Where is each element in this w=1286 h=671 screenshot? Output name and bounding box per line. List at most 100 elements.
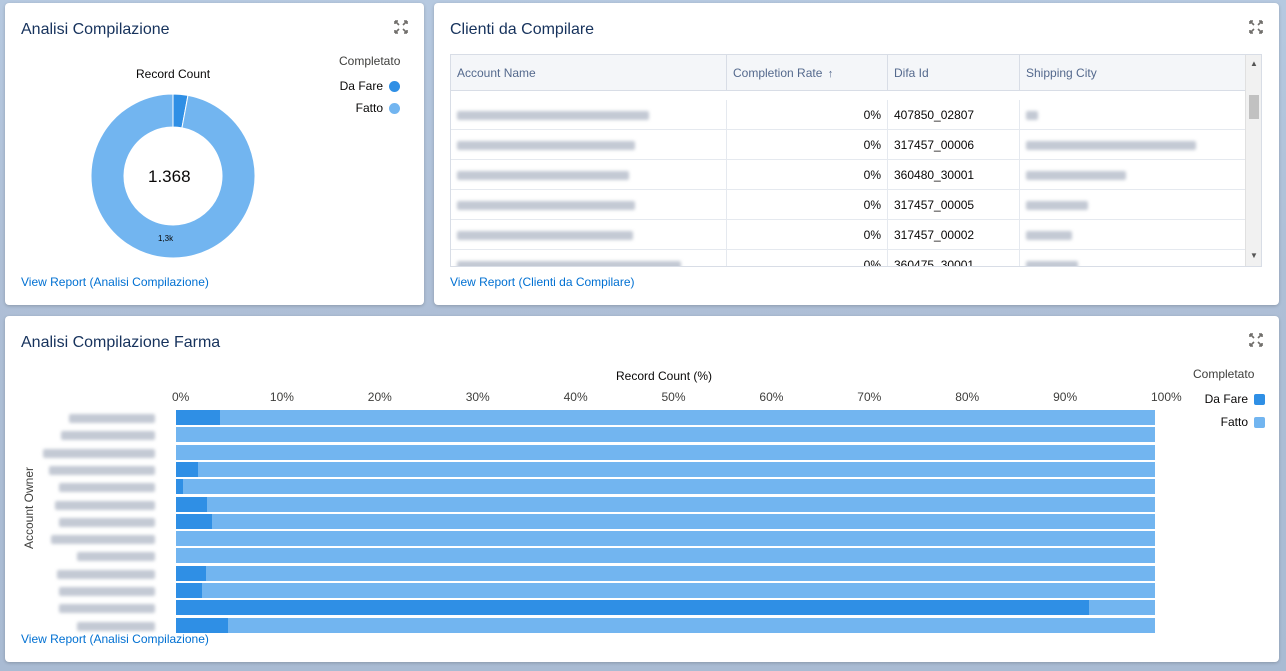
bar-segment-fatto[interactable] <box>202 583 1155 598</box>
legend-item-da-fare[interactable]: Da Fare <box>1205 392 1265 406</box>
bar-segment-da-fare[interactable] <box>176 513 213 529</box>
bar-row[interactable] <box>176 513 1155 529</box>
bar-row[interactable] <box>176 444 1155 460</box>
card-title: Clienti da Compilare <box>450 21 595 38</box>
bar-segment-fatto[interactable] <box>182 479 1155 495</box>
bar-segment-fatto[interactable] <box>176 444 1155 460</box>
bar-segment-da-fare[interactable] <box>176 565 207 581</box>
redacted-text <box>49 465 155 475</box>
redacted-text <box>1026 111 1038 121</box>
x-axis-tick-label: 10% <box>269 390 294 404</box>
scroll-down-arrow-icon[interactable]: ▼ <box>1250 251 1258 260</box>
bar-segment-fatto[interactable] <box>207 496 1155 512</box>
bar-segment-fatto[interactable] <box>1089 600 1155 616</box>
bar-segment-fatto[interactable] <box>220 410 1155 425</box>
account-owner-label <box>77 549 155 564</box>
table-scrollbar[interactable]: ▲ ▼ <box>1245 55 1261 266</box>
bar-segment-fatto[interactable] <box>176 548 1155 564</box>
legend-item-fatto[interactable]: Fatto <box>1221 415 1265 429</box>
table-row[interactable]: 0% 407850_02807 <box>451 100 1246 130</box>
bar-segment-fatto[interactable] <box>206 565 1155 581</box>
bar-row[interactable] <box>176 565 1155 581</box>
legend-item-fatto[interactable]: Fatto <box>356 101 400 115</box>
shipping-city-cell <box>1020 160 1246 189</box>
redacted-text <box>55 500 155 510</box>
scrollbar-thumb[interactable] <box>1249 95 1259 119</box>
bar-segment-da-fare[interactable] <box>176 410 221 425</box>
account-name-cell <box>451 190 727 219</box>
account-name-cell <box>451 220 727 249</box>
bar-row[interactable] <box>176 427 1155 443</box>
bar-row[interactable] <box>176 617 1155 633</box>
difa-id-cell: 407850_02807 <box>888 100 1020 129</box>
account-name-cell <box>451 130 727 159</box>
redacted-text <box>59 604 155 614</box>
bar-row[interactable] <box>176 461 1155 477</box>
bar-segment-fatto[interactable] <box>197 461 1155 477</box>
table-row[interactable]: 0% 317457_00006 <box>451 130 1246 160</box>
view-report-link[interactable]: View Report (Clienti da Compilare) <box>450 275 635 289</box>
bar-segment-fatto[interactable] <box>176 427 1155 443</box>
redacted-text <box>51 535 155 545</box>
scroll-up-arrow-icon[interactable]: ▲ <box>1250 59 1258 68</box>
x-axis-tick-label: 40% <box>563 390 588 404</box>
account-owner-label <box>59 601 155 616</box>
table-row[interactable]: 0% 360475_30001 <box>451 250 1246 266</box>
bar-row[interactable] <box>176 496 1155 512</box>
chart-title: Record Count (%) <box>616 369 713 383</box>
redacted-text <box>59 517 155 527</box>
column-header-completion-rate[interactable]: Completion Rate ↑ <box>727 55 888 90</box>
account-owner-label <box>51 532 155 547</box>
completion-rate-cell: 0% <box>727 160 888 189</box>
completion-rate-cell: 0% <box>727 130 888 159</box>
bar-segment-da-fare[interactable] <box>176 617 228 633</box>
account-owner-label <box>55 498 155 513</box>
table-row[interactable]: 0% 317457_00005 <box>451 190 1246 220</box>
bar-row[interactable] <box>176 600 1155 616</box>
completion-rate-cell: 0% <box>727 190 888 219</box>
expand-icon[interactable] <box>1249 333 1263 347</box>
shipping-city-cell <box>1020 250 1246 266</box>
x-axis-tick-label: 0% <box>172 390 190 404</box>
bar-segment-fatto[interactable] <box>227 617 1155 633</box>
legend-item-da-fare[interactable]: Da Fare <box>340 79 400 93</box>
legend-title: Completato <box>1193 367 1255 381</box>
table-row[interactable]: 0% 317457_00002 <box>451 220 1246 250</box>
donut-center-value: 1.368 <box>148 167 191 186</box>
column-header-difa-id[interactable]: Difa Id <box>888 55 1020 90</box>
legend-label: Fatto <box>1220 415 1248 429</box>
legend-swatch <box>1254 393 1265 405</box>
expand-icon[interactable] <box>1249 20 1263 34</box>
column-header-shipping-city[interactable]: Shipping City <box>1020 55 1246 90</box>
x-axis-tick-label: 100% <box>1151 390 1182 404</box>
bar-segment-da-fare[interactable] <box>176 461 198 477</box>
bar-segment-da-fare[interactable] <box>176 583 203 598</box>
legend-title: Completato <box>339 54 401 68</box>
bar-segment-fatto[interactable] <box>176 531 1155 547</box>
view-report-link[interactable]: View Report (Analisi Compilazione) <box>21 275 209 289</box>
account-name-cell <box>451 100 727 129</box>
table-row[interactable]: 0% 360480_30001 <box>451 160 1246 190</box>
bar-segment-da-fare[interactable] <box>176 600 1090 616</box>
table-body: 0% 407850_02807 0% 317457_00006 0% 36048… <box>451 100 1246 266</box>
view-report-link[interactable]: View Report (Analisi Compilazione) <box>21 632 209 646</box>
difa-id-cell: 317457_00002 <box>888 220 1020 249</box>
donut-slice-label: 1,3k <box>158 234 174 243</box>
redacted-text <box>59 587 155 596</box>
redacted-text <box>77 621 155 631</box>
difa-id-cell: 360480_30001 <box>888 160 1020 189</box>
redacted-text <box>69 414 155 423</box>
bar-row[interactable] <box>176 531 1155 547</box>
column-header-account-name[interactable]: Account Name <box>451 55 727 90</box>
bar-row[interactable] <box>176 479 1155 495</box>
bar-row[interactable] <box>176 583 1155 598</box>
card-title: Analisi Compilazione Farma <box>21 334 221 351</box>
expand-icon[interactable] <box>394 20 408 34</box>
completion-rate-cell: 0% <box>727 250 888 266</box>
bar-row[interactable] <box>176 410 1155 425</box>
bar-segment-da-fare[interactable] <box>176 479 183 495</box>
donut-chart-title: Record Count <box>136 67 211 81</box>
bar-segment-da-fare[interactable] <box>176 496 208 512</box>
bar-row[interactable] <box>176 548 1155 564</box>
bar-segment-fatto[interactable] <box>212 513 1155 529</box>
